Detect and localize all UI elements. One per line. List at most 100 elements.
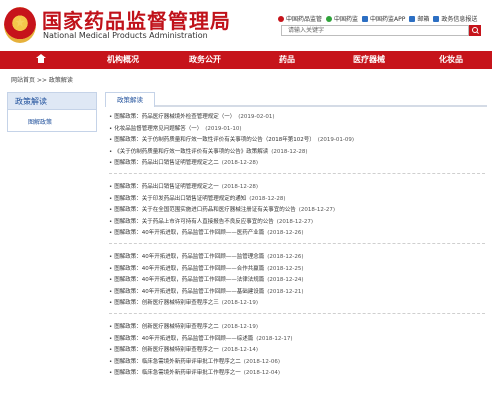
- article-item[interactable]: • 图解政策：40年开拓进取，药品监管工作回顾——合作共赢篇 (2018-12-25…: [109, 265, 485, 273]
- article-title[interactable]: 《关于仿制药质量和疗效一致性评价有关事项的公告》政策解读: [114, 149, 268, 155]
- top-link-label: 中国药监APP: [370, 16, 406, 23]
- bullet-icon: •: [109, 125, 113, 132]
- article-item[interactable]: • 图解政策：关于印发药品出口销售证明管理规定的通知 (2018-12-28): [109, 195, 485, 203]
- bullet-icon: •: [109, 160, 113, 167]
- bullet-icon: •: [109, 288, 113, 295]
- sidebar: 政策解读 图解政策: [7, 92, 97, 132]
- site-title[interactable]: 国家药品监督管理局: [42, 5, 231, 34]
- bullet-icon: •: [109, 254, 113, 260]
- article-item[interactable]: • 图解政策：40年开拓进取，药品监管工作回顾——法律法规篇 (2018-12-24…: [109, 276, 485, 284]
- article-title[interactable]: 图解政策：关于在全国范围实施进口药品和医疗器械注册证有关事宜的公告: [114, 207, 296, 213]
- bullet-icon: •: [109, 207, 113, 214]
- bullet-icon: •: [109, 277, 113, 284]
- article-date: (2018-12-28): [221, 160, 259, 167]
- bullet-icon: •: [109, 335, 113, 342]
- article-item[interactable]: • 图解政策：临床急需境外新药审评审批工作程序之二 (2018-12-06): [109, 358, 485, 366]
- article-item[interactable]: • 图解政策：创新医疗器械特别审查程序之二 (2018-12-19): [109, 323, 485, 331]
- article-title[interactable]: 图解政策：药品出口销售证明管理规定之二: [114, 160, 219, 166]
- article-title[interactable]: 图解政策：40年开拓进取，药品监管工作回顾——法律法规篇: [114, 277, 264, 283]
- article-item[interactable]: • 图解政策：临床急需境外新药审评审批工作程序之一 (2018-12-04): [109, 369, 485, 377]
- nav-item-government-affairs[interactable]: 政务公开: [164, 51, 246, 69]
- article-date: (2018-12-28): [249, 195, 286, 202]
- search-input[interactable]: 请输入关键字: [281, 25, 469, 36]
- article-title[interactable]: 图解政策：临床急需境外新药审评审批工作程序之一: [114, 370, 241, 376]
- article-date: (2018-12-06): [243, 358, 281, 365]
- wechat-icon: [326, 15, 333, 22]
- tab-bar: 政策解读: [105, 92, 487, 107]
- article-item[interactable]: • 图解政策：40年开拓进取，药品监管工作回顾——综述篇 (2018-12-17): [109, 335, 485, 343]
- top-link-app[interactable]: 中国药监APP: [362, 14, 405, 23]
- article-date: (2018-12-17): [256, 335, 293, 342]
- article-title[interactable]: 图解政策：关于药品上市许可持有人直接报告不良反应事宜的公告: [114, 219, 274, 225]
- article-title[interactable]: 图解政策：40年开拓进取，药品监管工作回顾——综述篇: [114, 336, 253, 342]
- national-emblem-logo[interactable]: [4, 7, 36, 43]
- nav-item-medical-devices[interactable]: 医疗器械: [328, 51, 410, 69]
- article-date: (2018-12-28): [271, 148, 308, 155]
- nav-item-cosmetics[interactable]: 化妆品: [410, 51, 492, 69]
- article-date: (2018-12-21): [267, 288, 304, 295]
- bullet-icon: •: [109, 358, 113, 365]
- app-icon: [362, 15, 369, 22]
- breadcrumb[interactable]: 网站首页 >> 政策解读: [11, 75, 73, 84]
- main-nav: 机构概况 政务公开 药品 医疗器械 化妆品: [0, 51, 492, 69]
- article-title[interactable]: 图解政策：临床急需境外新药审评审批工作程序之二: [114, 359, 241, 365]
- article-item[interactable]: • 图解政策：40年开拓进取，药品监管工作回顾——医药产业篇 (2018-12-26…: [109, 229, 485, 237]
- article-date: (2018-12-04): [243, 370, 281, 377]
- report-icon: [433, 15, 440, 22]
- bullet-icon: •: [109, 370, 113, 377]
- article-item[interactable]: • 图解政策：关于仿制药质量和疗效一致性评价有关事项的公告（2018年第102号）…: [109, 136, 485, 144]
- bullet-icon: •: [109, 347, 113, 354]
- article-item[interactable]: • 图解政策：创新医疗器械特别审查程序之一 (2018-12-14): [109, 346, 485, 354]
- article-date: (2018-12-28): [221, 184, 259, 190]
- sidebar-title: 政策解读: [8, 93, 96, 110]
- bullet-icon: •: [109, 230, 113, 237]
- article-date: (2019-01-09): [317, 137, 355, 144]
- bullet-icon: •: [109, 218, 113, 225]
- article-title[interactable]: 图解政策：药品出口销售证明管理规定之一: [114, 184, 219, 190]
- tab-policy-interpretation[interactable]: 政策解读: [105, 92, 155, 107]
- article-date: (2018-12-25): [267, 265, 304, 272]
- nav-item-organization[interactable]: 机构概况: [82, 51, 164, 69]
- article-item[interactable]: • 图解政策：药品医疗器械境外检查管理规定（一） (2019-02-01): [109, 113, 485, 121]
- article-title[interactable]: 图解政策：40年开拓进取，药品监管工作回顾——医药产业篇: [114, 230, 264, 236]
- article-item[interactable]: • 图解政策：40年开拓进取，药品监管工作回顾——监管理念篇 (2018-12-26…: [109, 253, 485, 261]
- article-item[interactable]: • 《关于仿制药质量和疗效一致性评价有关事项的公告》政策解读 (2018-12-28…: [109, 148, 485, 156]
- article-item[interactable]: • 图解政策：关于药品上市许可持有人直接报告不良反应事宜的公告 (2018-12-2…: [109, 218, 485, 226]
- article-title[interactable]: 图解政策：40年开拓进取，药品监管工作回顾——监管理念篇: [114, 254, 264, 260]
- sidebar-item-illustrated-policy[interactable]: 图解政策: [8, 110, 96, 126]
- article-title[interactable]: 化妆品监督管理常见问题解答（一）: [114, 126, 202, 132]
- article-title[interactable]: 图解政策：创新医疗器械特别审查程序之一: [114, 347, 219, 353]
- top-link-label: 中国药品监管: [286, 16, 323, 23]
- article-item[interactable]: • 图解政策：40年开拓进取，药品监管工作回顾——基础建设篇 (2018-12-21…: [109, 288, 485, 296]
- bullet-icon: •: [109, 184, 113, 190]
- search-button[interactable]: [469, 25, 481, 36]
- article-item[interactable]: • 图解政策：创新医疗器械特别审查程序之三 (2018-12-19): [109, 299, 485, 307]
- bullet-icon: •: [109, 195, 113, 202]
- top-link-label: 邮箱: [417, 16, 430, 23]
- article-title[interactable]: 图解政策：创新医疗器械特别审查程序之二: [114, 324, 219, 330]
- main-content: 政策解读 • 图解政策：药品医疗器械境外检查管理规定（一） (2019-02-01)…: [105, 92, 487, 400]
- article-title[interactable]: 图解政策：关于印发药品出口销售证明管理规定的通知: [114, 196, 246, 202]
- bullet-icon: •: [109, 300, 113, 307]
- article-date: (2018-12-26): [267, 254, 304, 260]
- article-item[interactable]: • 图解政策：药品出口销售证明管理规定之一 (2018-12-28): [109, 183, 485, 191]
- top-link-report[interactable]: 政务信息报送: [433, 14, 477, 23]
- article-title[interactable]: 图解政策：药品医疗器械境外检查管理规定（一）: [114, 114, 235, 120]
- article-title[interactable]: 图解政策：关于仿制药质量和疗效一致性评价有关事项的公告（2018年第102号）: [114, 137, 315, 143]
- bullet-icon: •: [109, 137, 113, 144]
- article-title[interactable]: 图解政策：40年开拓进取，药品监管工作回顾——合作共赢篇: [114, 266, 264, 272]
- article-item[interactable]: • 化妆品监督管理常见问题解答（一） (2019-01-10): [109, 125, 485, 133]
- top-link-mail[interactable]: 邮箱: [409, 14, 429, 23]
- nav-item-home[interactable]: [0, 51, 82, 69]
- article-date: (2018-12-26): [267, 230, 304, 237]
- article-item[interactable]: • 图解政策：药品出口销售证明管理规定之二 (2018-12-28): [109, 159, 485, 167]
- article-title[interactable]: 图解政策：40年开拓进取，药品监管工作回顾——基础建设篇: [114, 289, 264, 295]
- article-date: (2018-12-19): [221, 324, 259, 330]
- article-date: (2019-02-01): [238, 114, 275, 120]
- nav-item-drugs[interactable]: 药品: [246, 51, 328, 69]
- article-item[interactable]: • 图解政策：关于在全国范围实施进口药品和医疗器械注册证有关事宜的公告 (2018-…: [109, 206, 485, 214]
- article-title[interactable]: 图解政策：创新医疗器械特别审查程序之三: [114, 300, 219, 306]
- top-link-weibo[interactable]: 中国药品监管: [278, 14, 322, 23]
- top-link-wechat[interactable]: 中国药监: [326, 14, 358, 23]
- weibo-icon: [278, 15, 284, 22]
